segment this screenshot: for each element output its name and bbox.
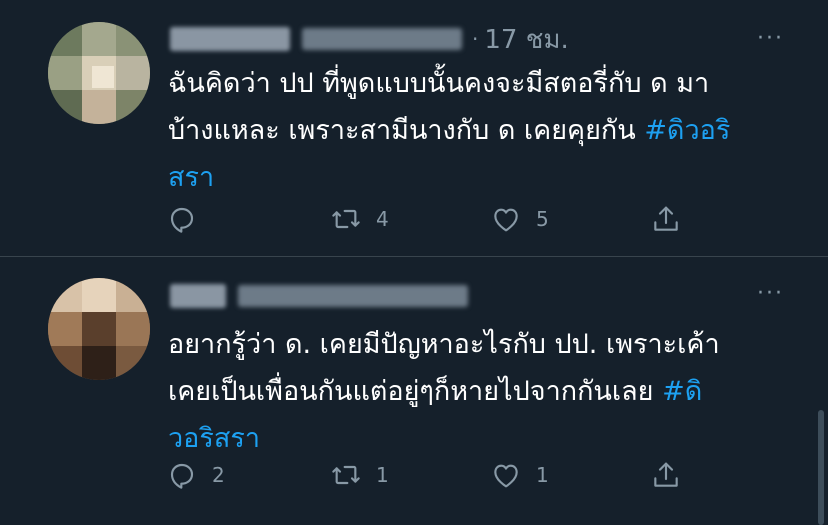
tweet[interactable]: · 17 ชม. ··· ฉันคิดว่า ปป ที่พูดแบบนั้นค… xyxy=(0,0,828,256)
author-handle-redacted[interactable] xyxy=(302,28,462,50)
reply-icon xyxy=(170,207,194,233)
share-icon xyxy=(654,462,678,487)
reply-count: 2 xyxy=(212,463,225,487)
share-button[interactable] xyxy=(650,455,682,495)
share-button[interactable] xyxy=(650,199,682,239)
reply-icon xyxy=(170,463,194,489)
author-name-redacted[interactable] xyxy=(170,27,290,51)
separator-dot: · xyxy=(472,27,479,51)
tweet-text: ฉันคิดว่า ปป ที่พูดแบบนั้นคงจะมีสตอรี่กั… xyxy=(168,60,803,201)
tweet-text-content: อยากรู้ว่า ด. เคยมีปัญหาอะไรกับ ปป. เพรา… xyxy=(168,329,720,407)
author-handle-redacted[interactable] xyxy=(238,285,468,307)
more-icon[interactable]: ··· xyxy=(757,281,784,306)
retweet-count: 4 xyxy=(376,207,389,231)
like-count: 5 xyxy=(536,207,549,231)
reply-button[interactable]: 2 xyxy=(166,455,225,495)
reply-button[interactable] xyxy=(166,199,212,239)
more-icon[interactable]: ··· xyxy=(757,26,784,51)
tweet-actions: 2 1 1 xyxy=(166,455,696,495)
like-icon xyxy=(494,208,518,232)
like-button[interactable]: 5 xyxy=(490,199,549,239)
scrollbar-thumb[interactable] xyxy=(818,410,824,525)
retweet-icon xyxy=(332,465,360,485)
retweet-count: 1 xyxy=(376,463,389,487)
tweet[interactable]: ··· อยากรู้ว่า ด. เคยมีปัญหาอะไรกับ ปป. … xyxy=(0,257,828,525)
retweet-button[interactable]: 4 xyxy=(330,199,389,239)
like-count: 1 xyxy=(536,463,549,487)
retweet-icon xyxy=(332,209,360,229)
avatar[interactable] xyxy=(48,22,150,124)
tweet-time[interactable]: 17 ชม. xyxy=(484,19,568,60)
tweet-actions: 4 5 xyxy=(166,199,696,239)
avatar[interactable] xyxy=(48,278,150,380)
tweet-header xyxy=(170,279,468,313)
author-name-redacted[interactable] xyxy=(170,284,226,308)
like-button[interactable]: 1 xyxy=(490,455,549,495)
tweet-header: · 17 ชม. xyxy=(170,22,569,56)
share-icon xyxy=(654,206,678,231)
like-icon xyxy=(494,464,518,488)
tweet-text-content: ฉันคิดว่า ปป ที่พูดแบบนั้นคงจะมีสตอรี่กั… xyxy=(168,68,710,146)
tweet-text: อยากรู้ว่า ด. เคยมีปัญหาอะไรกับ ปป. เพรา… xyxy=(168,321,803,462)
retweet-button[interactable]: 1 xyxy=(330,455,389,495)
